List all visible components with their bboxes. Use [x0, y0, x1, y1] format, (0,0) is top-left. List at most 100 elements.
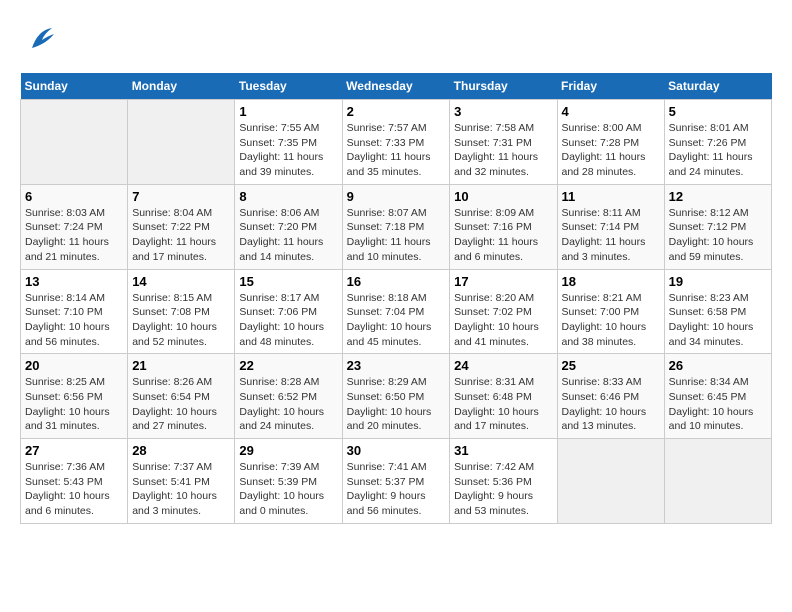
day-info: Sunrise: 7:42 AM Sunset: 5:36 PM Dayligh…	[454, 460, 552, 519]
day-info: Sunrise: 8:33 AM Sunset: 6:46 PM Dayligh…	[562, 375, 660, 434]
day-number: 20	[25, 358, 123, 373]
day-info: Sunrise: 8:31 AM Sunset: 6:48 PM Dayligh…	[454, 375, 552, 434]
day-number: 8	[239, 189, 337, 204]
calendar-cell: 22 Sunrise: 8:28 AM Sunset: 6:52 PM Dayli…	[235, 354, 342, 439]
calendar-cell: 19 Sunrise: 8:23 AM Sunset: 6:58 PM Dayli…	[664, 269, 771, 354]
day-number: 5	[669, 104, 767, 119]
day-number: 7	[132, 189, 230, 204]
day-number: 18	[562, 274, 660, 289]
day-info: Sunrise: 8:21 AM Sunset: 7:00 PM Dayligh…	[562, 291, 660, 350]
calendar-cell	[557, 439, 664, 524]
day-number: 16	[347, 274, 446, 289]
calendar-cell: 6 Sunrise: 8:03 AM Sunset: 7:24 PM Daylig…	[21, 184, 128, 269]
calendar-week-row: 1 Sunrise: 7:55 AM Sunset: 7:35 PM Daylig…	[21, 100, 772, 185]
day-info: Sunrise: 8:01 AM Sunset: 7:26 PM Dayligh…	[669, 121, 767, 180]
day-number: 23	[347, 358, 446, 373]
day-number: 1	[239, 104, 337, 119]
day-number: 12	[669, 189, 767, 204]
calendar-cell: 2 Sunrise: 7:57 AM Sunset: 7:33 PM Daylig…	[342, 100, 450, 185]
day-number: 9	[347, 189, 446, 204]
calendar-cell: 23 Sunrise: 8:29 AM Sunset: 6:50 PM Dayli…	[342, 354, 450, 439]
calendar-cell: 26Sunrise: 8:34 AM Sunset: 6:45 PM Dayli…	[664, 354, 771, 439]
day-number: 22	[239, 358, 337, 373]
day-info: Sunrise: 8:03 AM Sunset: 7:24 PM Dayligh…	[25, 206, 123, 265]
calendar-cell: 14 Sunrise: 8:15 AM Sunset: 7:08 PM Dayli…	[128, 269, 235, 354]
calendar-cell: 13Sunrise: 8:14 AM Sunset: 7:10 PM Dayli…	[21, 269, 128, 354]
day-info: Sunrise: 8:18 AM Sunset: 7:04 PM Dayligh…	[347, 291, 446, 350]
day-info: Sunrise: 7:39 AM Sunset: 5:39 PM Dayligh…	[239, 460, 337, 519]
day-number: 29	[239, 443, 337, 458]
calendar-header-row: SundayMondayTuesdayWednesdayThursdayFrid…	[21, 73, 772, 100]
calendar-cell: 21Sunrise: 8:26 AM Sunset: 6:54 PM Dayli…	[128, 354, 235, 439]
day-info: Sunrise: 8:11 AM Sunset: 7:14 PM Dayligh…	[562, 206, 660, 265]
calendar-cell: 7Sunrise: 8:04 AM Sunset: 7:22 PM Daylig…	[128, 184, 235, 269]
calendar-cell: 11 Sunrise: 8:11 AM Sunset: 7:14 PM Dayli…	[557, 184, 664, 269]
day-number: 13	[25, 274, 123, 289]
day-number: 24	[454, 358, 552, 373]
day-number: 26	[669, 358, 767, 373]
day-number: 28	[132, 443, 230, 458]
day-info: Sunrise: 8:07 AM Sunset: 7:18 PM Dayligh…	[347, 206, 446, 265]
calendar-cell: 31Sunrise: 7:42 AM Sunset: 5:36 PM Dayli…	[450, 439, 557, 524]
column-header-thursday: Thursday	[450, 73, 557, 100]
day-info: Sunrise: 7:58 AM Sunset: 7:31 PM Dayligh…	[454, 121, 552, 180]
day-info: Sunrise: 8:23 AM Sunset: 6:58 PM Dayligh…	[669, 291, 767, 350]
calendar-cell: 9 Sunrise: 8:07 AM Sunset: 7:18 PM Daylig…	[342, 184, 450, 269]
day-info: Sunrise: 8:06 AM Sunset: 7:20 PM Dayligh…	[239, 206, 337, 265]
calendar-week-row: 20 Sunrise: 8:25 AM Sunset: 6:56 PM Dayli…	[21, 354, 772, 439]
day-info: Sunrise: 8:25 AM Sunset: 6:56 PM Dayligh…	[25, 375, 123, 434]
day-info: Sunrise: 7:55 AM Sunset: 7:35 PM Dayligh…	[239, 121, 337, 180]
column-header-sunday: Sunday	[21, 73, 128, 100]
day-info: Sunrise: 8:28 AM Sunset: 6:52 PM Dayligh…	[239, 375, 337, 434]
day-number: 17	[454, 274, 552, 289]
day-info: Sunrise: 7:57 AM Sunset: 7:33 PM Dayligh…	[347, 121, 446, 180]
day-number: 10	[454, 189, 552, 204]
calendar-cell: 30Sunrise: 7:41 AM Sunset: 5:37 PM Dayli…	[342, 439, 450, 524]
day-info: Sunrise: 8:29 AM Sunset: 6:50 PM Dayligh…	[347, 375, 446, 434]
calendar-cell: 28 Sunrise: 7:37 AM Sunset: 5:41 PM Dayli…	[128, 439, 235, 524]
day-info: Sunrise: 7:37 AM Sunset: 5:41 PM Dayligh…	[132, 460, 230, 519]
day-number: 3	[454, 104, 552, 119]
calendar-cell: 25 Sunrise: 8:33 AM Sunset: 6:46 PM Dayli…	[557, 354, 664, 439]
calendar-week-row: 6 Sunrise: 8:03 AM Sunset: 7:24 PM Daylig…	[21, 184, 772, 269]
column-header-tuesday: Tuesday	[235, 73, 342, 100]
day-number: 15	[239, 274, 337, 289]
day-info: Sunrise: 8:00 AM Sunset: 7:28 PM Dayligh…	[562, 121, 660, 180]
calendar-cell: 27Sunrise: 7:36 AM Sunset: 5:43 PM Dayli…	[21, 439, 128, 524]
day-number: 11	[562, 189, 660, 204]
calendar-week-row: 13Sunrise: 8:14 AM Sunset: 7:10 PM Dayli…	[21, 269, 772, 354]
day-info: Sunrise: 7:36 AM Sunset: 5:43 PM Dayligh…	[25, 460, 123, 519]
calendar-cell	[21, 100, 128, 185]
day-info: Sunrise: 8:09 AM Sunset: 7:16 PM Dayligh…	[454, 206, 552, 265]
calendar-cell: 17 Sunrise: 8:20 AM Sunset: 7:02 PM Dayli…	[450, 269, 557, 354]
logo-bird-icon	[24, 20, 60, 63]
day-number: 6	[25, 189, 123, 204]
calendar-cell: 10 Sunrise: 8:09 AM Sunset: 7:16 PM Dayli…	[450, 184, 557, 269]
day-number: 19	[669, 274, 767, 289]
day-number: 14	[132, 274, 230, 289]
day-number: 21	[132, 358, 230, 373]
logo	[20, 20, 60, 63]
calendar-cell	[664, 439, 771, 524]
calendar-cell: 29 Sunrise: 7:39 AM Sunset: 5:39 PM Dayli…	[235, 439, 342, 524]
day-number: 30	[347, 443, 446, 458]
column-header-wednesday: Wednesday	[342, 73, 450, 100]
day-number: 4	[562, 104, 660, 119]
calendar-cell: 18 Sunrise: 8:21 AM Sunset: 7:00 PM Dayli…	[557, 269, 664, 354]
calendar-cell: 20 Sunrise: 8:25 AM Sunset: 6:56 PM Dayli…	[21, 354, 128, 439]
day-info: Sunrise: 8:15 AM Sunset: 7:08 PM Dayligh…	[132, 291, 230, 350]
column-header-friday: Friday	[557, 73, 664, 100]
calendar-cell: 12 Sunrise: 8:12 AM Sunset: 7:12 PM Dayli…	[664, 184, 771, 269]
day-info: Sunrise: 8:12 AM Sunset: 7:12 PM Dayligh…	[669, 206, 767, 265]
calendar-cell: 15Sunrise: 8:17 AM Sunset: 7:06 PM Dayli…	[235, 269, 342, 354]
calendar-cell: 16 Sunrise: 8:18 AM Sunset: 7:04 PM Dayli…	[342, 269, 450, 354]
calendar-cell: 8 Sunrise: 8:06 AM Sunset: 7:20 PM Daylig…	[235, 184, 342, 269]
calendar-week-row: 27Sunrise: 7:36 AM Sunset: 5:43 PM Dayli…	[21, 439, 772, 524]
column-header-monday: Monday	[128, 73, 235, 100]
day-info: Sunrise: 8:20 AM Sunset: 7:02 PM Dayligh…	[454, 291, 552, 350]
calendar-cell	[128, 100, 235, 185]
day-number: 25	[562, 358, 660, 373]
day-number: 2	[347, 104, 446, 119]
column-header-saturday: Saturday	[664, 73, 771, 100]
calendar-cell: 4 Sunrise: 8:00 AM Sunset: 7:28 PM Daylig…	[557, 100, 664, 185]
